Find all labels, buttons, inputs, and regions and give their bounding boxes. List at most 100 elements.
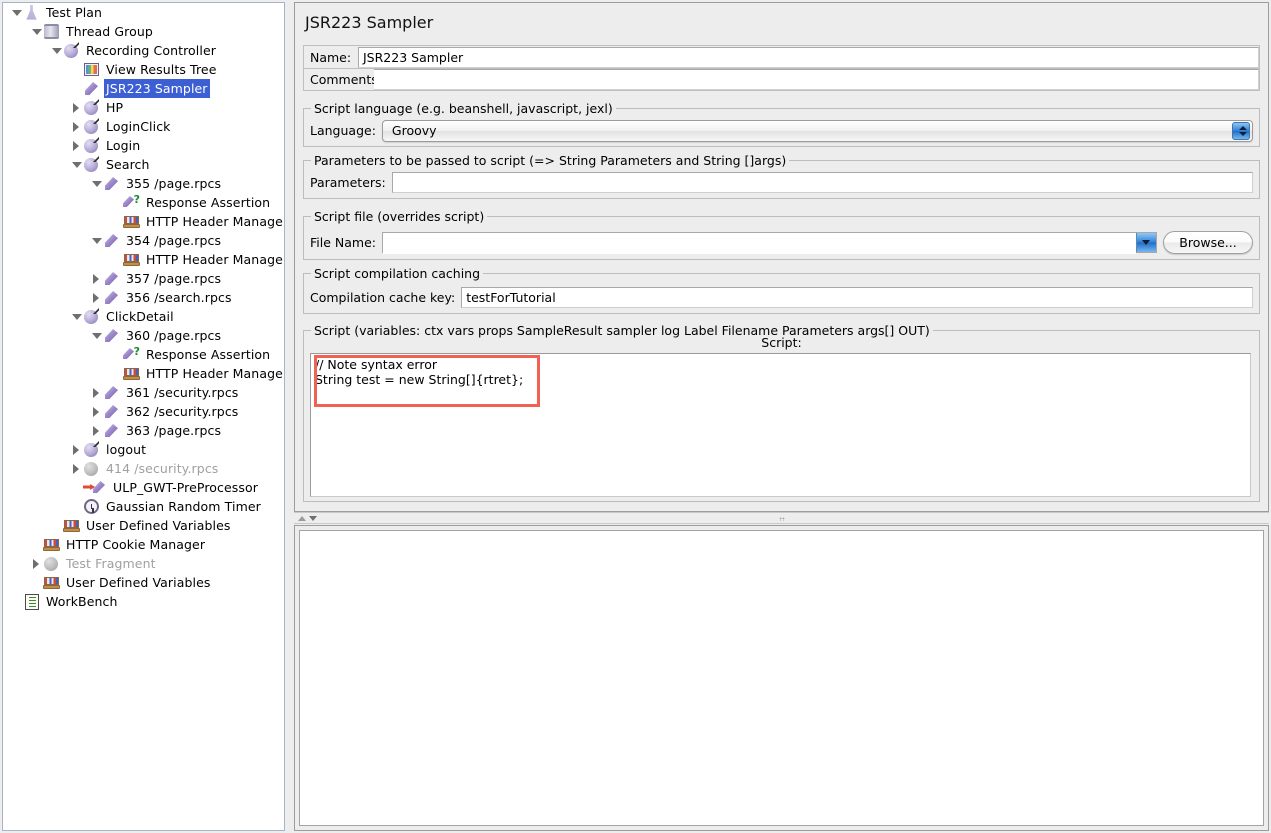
tree-item-label: ULP_GWT-PreProcessor: [111, 478, 260, 497]
tree-item-view-results-tree[interactable]: View Results Tree: [3, 60, 284, 79]
splitter-collapse-down-icon[interactable]: [309, 516, 317, 521]
twisty-collapsed-icon[interactable]: [69, 98, 83, 117]
controller-disabled-icon: [43, 555, 60, 572]
splitter-grip-icon[interactable]: [779, 517, 785, 521]
twisty-collapsed-icon[interactable]: [89, 269, 103, 288]
language-select[interactable]: Groovy: [382, 120, 1253, 142]
tree-item-label: User Defined Variables: [64, 573, 213, 592]
tree-item-label: 356 /search.rpcs: [124, 288, 234, 307]
tree-item-logout[interactable]: logout: [3, 440, 284, 459]
tree-item-363-page-rpcs[interactable]: 363 /page.rpcs: [3, 421, 284, 440]
tree-item-ulp-gwt-preprocessor[interactable]: ULP_GWT-PreProcessor: [3, 478, 284, 497]
twisty-spacer: [69, 478, 83, 497]
tree-item-label: Test Fragment: [64, 554, 158, 573]
twisty-collapsed-icon[interactable]: [69, 459, 83, 478]
file-name-combo[interactable]: [382, 232, 1157, 253]
twisty-expanded-icon[interactable]: [69, 155, 83, 174]
horizontal-splitter[interactable]: [294, 512, 1269, 524]
tree-item-label: HTTP Header Manager: [144, 364, 285, 383]
tree-item-jsr223-sampler[interactable]: JSR223 Sampler: [3, 79, 284, 98]
compilation-cache-key-input[interactable]: testForTutorial: [461, 287, 1253, 308]
tree-item-label: 357 /page.rpcs: [124, 269, 223, 288]
script-textarea[interactable]: // Note syntax error String test = new S…: [310, 353, 1251, 497]
tree-item-hp[interactable]: HP: [3, 98, 284, 117]
tree-item-response-assertion[interactable]: Response Assertion: [3, 345, 284, 364]
tree-item-http-header-manager[interactable]: HTTP Header Manager: [3, 364, 284, 383]
twisty-expanded-icon[interactable]: [89, 326, 103, 345]
twisty-collapsed-icon[interactable]: [29, 554, 43, 573]
tree-item-label: Test Plan: [44, 3, 104, 22]
splitter-collapse-up-icon[interactable]: [298, 516, 306, 521]
tree-item-gaussian-random-timer[interactable]: Gaussian Random Timer: [3, 497, 284, 516]
twisty-expanded-icon[interactable]: [89, 231, 103, 250]
tree-item-label: HP: [104, 98, 125, 117]
sampler-icon: [83, 80, 100, 97]
file-name-input[interactable]: [383, 233, 1136, 254]
test-plan-tree[interactable]: Test PlanThread GroupRecording Controlle…: [2, 2, 285, 831]
tree-item-thread-group[interactable]: Thread Group: [3, 22, 284, 41]
tree-item-361-security-rpcs[interactable]: 361 /security.rpcs: [3, 383, 284, 402]
tree-item-test-plan[interactable]: Test Plan: [3, 3, 284, 22]
tree-item-workbench[interactable]: WorkBench: [3, 592, 284, 611]
tree-item-357-page-rpcs[interactable]: 357 /page.rpcs: [3, 269, 284, 288]
thread-group-icon: [43, 23, 60, 40]
twisty-collapsed-icon[interactable]: [69, 117, 83, 136]
chevron-down-icon[interactable]: [1136, 233, 1156, 252]
twisty-spacer: [49, 516, 63, 535]
http-cookie-manager-icon: [43, 536, 60, 553]
twisty-spacer: [109, 193, 123, 212]
twisty-expanded-icon[interactable]: [69, 307, 83, 326]
tree-item-414-security-rpcs[interactable]: 414 /security.rpcs: [3, 459, 284, 478]
comments-label: Comments:: [304, 72, 374, 87]
tree-item-label: Response Assertion: [144, 193, 272, 212]
view-results-tree-icon: [83, 61, 100, 78]
tree-item-test-fragment[interactable]: Test Fragment: [3, 554, 284, 573]
parameters-input[interactable]: [392, 172, 1253, 193]
twisty-collapsed-icon[interactable]: [69, 440, 83, 459]
twisty-collapsed-icon[interactable]: [89, 402, 103, 421]
tree-item-label: 360 /page.rpcs: [124, 326, 223, 345]
twisty-expanded-icon[interactable]: [89, 174, 103, 193]
twisty-collapsed-icon[interactable]: [69, 136, 83, 155]
twisty-expanded-icon[interactable]: [9, 3, 23, 22]
tree-item-user-defined-variables[interactable]: User Defined Variables: [3, 516, 284, 535]
sampler-icon: [103, 289, 120, 306]
tree-item-search[interactable]: Search: [3, 155, 284, 174]
tree-item-label: logout: [104, 440, 148, 459]
tree-item-356-search-rpcs[interactable]: 356 /search.rpcs: [3, 288, 284, 307]
tree-item-http-header-manager[interactable]: HTTP Header Manager: [3, 250, 284, 269]
twisty-spacer: [29, 535, 43, 554]
bottom-output-area[interactable]: [299, 530, 1264, 826]
tree-item-login[interactable]: Login: [3, 136, 284, 155]
sampler-icon: [103, 327, 120, 344]
twisty-collapsed-icon[interactable]: [89, 288, 103, 307]
browse-button[interactable]: Browse...: [1163, 231, 1253, 254]
tree-item-label: Gaussian Random Timer: [104, 497, 263, 516]
name-input[interactable]: JSR223 Sampler: [358, 47, 1259, 68]
chevron-updown-icon[interactable]: [1232, 122, 1250, 140]
tree-item-http-cookie-manager[interactable]: HTTP Cookie Manager: [3, 535, 284, 554]
tree-item-response-assertion[interactable]: Response Assertion: [3, 193, 284, 212]
tree-item-user-defined-variables[interactable]: User Defined Variables: [3, 573, 284, 592]
tree-item-362-security-rpcs[interactable]: 362 /security.rpcs: [3, 402, 284, 421]
twisty-expanded-icon[interactable]: [29, 22, 43, 41]
tree-item-recording-controller[interactable]: Recording Controller: [3, 41, 284, 60]
twisty-collapsed-icon[interactable]: [89, 383, 103, 402]
tree-item-clickdetail[interactable]: ClickDetail: [3, 307, 284, 326]
twisty-collapsed-icon[interactable]: [89, 421, 103, 440]
compilation-caching-group-title: Script compilation caching: [311, 266, 483, 281]
tree-item-label: 362 /security.rpcs: [124, 402, 240, 421]
tree-item-loginclick[interactable]: LoginClick: [3, 117, 284, 136]
tree-item-http-header-manager[interactable]: HTTP Header Manager: [3, 212, 284, 231]
comments-input[interactable]: [374, 69, 1259, 90]
tree-item-360-page-rpcs[interactable]: 360 /page.rpcs: [3, 326, 284, 345]
controller-icon: [83, 156, 100, 173]
script-file-group-title: Script file (overrides script): [311, 209, 487, 224]
tree-item-354-page-rpcs[interactable]: 354 /page.rpcs: [3, 231, 284, 250]
tree-item-355-page-rpcs[interactable]: 355 /page.rpcs: [3, 174, 284, 193]
twisty-expanded-icon[interactable]: [49, 41, 63, 60]
tree-item-label: 363 /page.rpcs: [124, 421, 223, 440]
workbench-icon: [23, 593, 40, 610]
response-assertion-icon: [123, 346, 140, 363]
vertical-splitter[interactable]: [286, 0, 294, 833]
